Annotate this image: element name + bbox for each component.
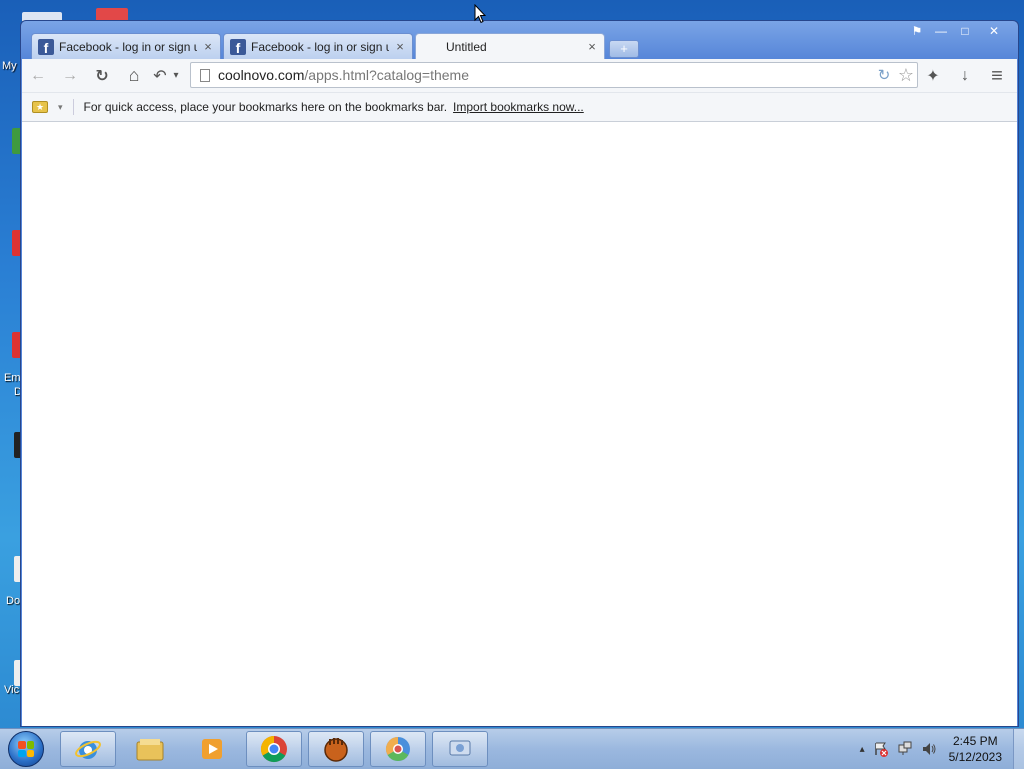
minimize-button[interactable]: — [929,23,953,39]
network-icon [449,740,471,756]
taskbar-coolnovo[interactable] [370,731,426,767]
divider [72,99,74,115]
page-icon [200,68,210,82]
taskbar-chrome[interactable] [246,731,302,767]
taskbar-media-player[interactable] [184,731,240,767]
import-bookmarks-link[interactable]: Import bookmarks now... [453,100,584,114]
clock-time: 2:45 PM [952,734,998,748]
tab-title: Untitled [446,39,487,54]
page-content[interactable] [22,122,1017,726]
taskbar-internet-explorer[interactable] [60,731,116,767]
taskbar-glove-app[interactable] [308,731,364,767]
back-button[interactable]: ← [22,61,54,91]
clock-date: 5/12/2023 [948,750,1002,764]
undo-dropdown-icon[interactable]: ▾ [170,61,182,91]
internet-explorer-icon [75,740,101,759]
tab-strip: f Facebook - log in or sign up × f Faceb… [31,33,639,59]
show-hidden-icons-button[interactable]: ▴ [860,744,865,755]
tab-close-icon[interactable]: × [394,39,406,54]
bookmarks-folder-icon[interactable]: ★ [32,101,48,113]
windows-logo-icon [18,741,34,757]
window-controls: ⚑ — □ ✕ [905,23,1011,39]
url-domain: coolnovo.com [218,67,305,83]
ie-tab-icon[interactable]: ↻ [873,66,895,84]
tab-close-icon[interactable]: × [202,39,214,54]
url-path: /apps.html?catalog=theme [304,67,469,83]
bookmarks-dropdown-icon[interactable]: ▾ [58,102,63,113]
show-desktop-button[interactable] [1013,729,1024,769]
undo-close-tab-button[interactable]: ↶ [150,61,170,91]
maximize-button[interactable]: □ [953,23,977,39]
start-button[interactable] [8,731,44,767]
tab-untitled[interactable]: Untitled × [415,33,605,59]
address-bar[interactable]: coolnovo.com/apps.html?catalog=theme ↻ ☆ [190,62,918,88]
desktop-label-my: My [2,60,17,72]
system-tray: ▴ 2:45 PM 5/12/2023 [860,729,1002,769]
desktop-label-vic: Vic [4,684,20,696]
pin-button[interactable]: ⚑ [905,23,929,39]
action-center-icon[interactable] [873,741,889,757]
volume-icon[interactable] [921,741,937,757]
media-player-icon [202,739,222,759]
chrome-icon [260,735,287,763]
menu-icon[interactable]: ≡ [981,61,1013,91]
facebook-icon: f [38,38,54,56]
home-button[interactable]: ⌂ [118,61,150,91]
bookmark-star-icon[interactable]: ☆ [895,65,917,86]
new-tab-button[interactable]: + [609,40,639,58]
close-button[interactable]: ✕ [977,23,1011,39]
tab-facebook-1[interactable]: f Facebook - log in or sign up × [31,33,221,59]
coolnovo-icon [385,737,410,762]
tab-title: Facebook - log in or sign up [251,39,389,54]
bookmarks-bar: ★ ▾ For quick access, place your bookmar… [22,93,1017,122]
browser-window: ⚑ — □ ✕ f Facebook - log in or sign up ×… [20,20,1019,727]
tab-facebook-2[interactable]: f Facebook - log in or sign up × [223,33,413,59]
tab-close-icon[interactable]: × [586,39,598,54]
file-explorer-icon [136,739,164,761]
navigation-toolbar: ← → ↻ ⌂ ↶ ▾ coolnovo.com/apps.html?catal… [22,59,1017,93]
clock[interactable]: 2:45 PM 5/12/2023 [949,733,1002,765]
taskbar-file-explorer[interactable] [122,731,178,767]
facebook-icon: f [230,38,246,56]
taskbar: ▴ 2:45 PM 5/12/2023 [0,728,1024,769]
glove-icon [324,738,348,762]
tab-title: Facebook - log in or sign up [59,39,197,54]
bookmarks-hint: For quick access, place your bookmarks h… [83,100,448,114]
desktop-label-do: Do [6,595,21,607]
extensions-icon[interactable]: ✦ [917,61,949,91]
taskbar-network-app[interactable] [432,731,488,767]
download-icon[interactable]: ↓ [949,61,981,91]
network-tray-icon[interactable] [897,741,913,757]
desktop-label-em: Em [4,372,21,384]
mouse-cursor-icon [474,4,486,24]
reload-button[interactable]: ↻ [86,61,118,91]
url-text[interactable]: coolnovo.com/apps.html?catalog=theme [218,67,873,83]
right-tools: ✦ ↓ ≡ [917,61,1013,91]
forward-button[interactable]: → [54,61,86,91]
